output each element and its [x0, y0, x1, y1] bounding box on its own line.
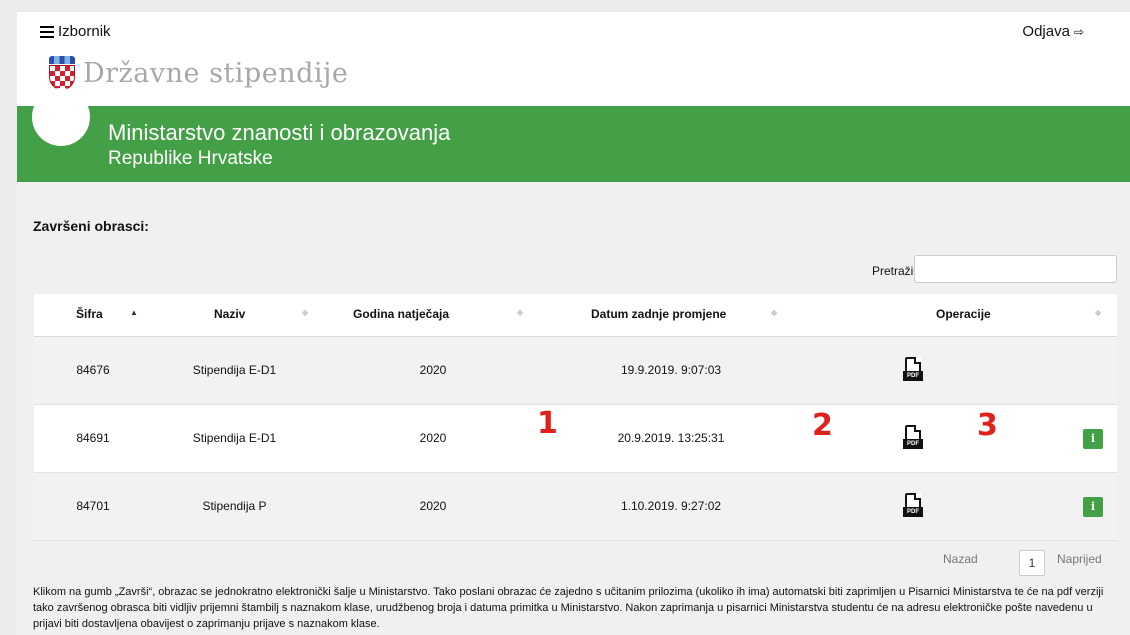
table-row: 84701 Stipendija P 2020 1.10.2019. 9:27:… [34, 472, 1117, 541]
info-button[interactable]: i [1083, 496, 1103, 517]
section-title: Završeni obrasci: [33, 218, 149, 234]
cell-godina: 2020 [317, 404, 549, 473]
brand-name: Državne stipendije [83, 57, 349, 89]
cell-godina: 2020 [317, 336, 549, 405]
cell-godina: 2020 [317, 472, 549, 541]
brand[interactable]: Državne stipendije [47, 56, 348, 90]
menu-label: Izbornik [58, 23, 111, 40]
annotation-number-1: 1 [537, 406, 558, 441]
sort-icon: ◆ [1095, 308, 1102, 317]
sort-icon: ◆ [302, 308, 309, 317]
pagination-current-page[interactable]: 1 [1019, 550, 1045, 576]
table-row: 84676 Stipendija E-D1 2020 19.9.2019. 9:… [34, 336, 1117, 405]
banner-circle-decoration [32, 88, 90, 146]
column-header-label: Datum zadnje promjene [591, 307, 727, 321]
search-input[interactable] [914, 255, 1117, 283]
pagination-prev[interactable]: Nazad [943, 552, 978, 566]
annotation-number-3: 3 [977, 408, 998, 443]
table-header-row: Šifra ▲ Naziv ◆ Godina natječaja ◆ Datum… [34, 294, 1117, 337]
sort-icon: ◆ [771, 308, 778, 317]
hamburger-icon [40, 25, 54, 38]
annotation-number-2: 2 [812, 408, 833, 443]
column-header-label: Operacije [936, 307, 991, 321]
column-header-label: Godina natječaja [353, 307, 450, 321]
cell-datum: 20.9.2019. 13:25:31 [549, 404, 793, 473]
pagination-next[interactable]: Naprijed [1057, 552, 1102, 566]
table-row: 84691 Stipendija E-D1 2020 20.9.2019. 13… [34, 404, 1117, 473]
menu-button[interactable]: Izbornik [40, 23, 111, 40]
info-button[interactable]: i [1083, 428, 1103, 449]
column-header-datum[interactable]: Datum zadnje promjene ◆ [549, 294, 793, 337]
pdf-download-icon[interactable]: PDF [903, 493, 923, 519]
banner-subtitle: Republike Hrvatske [108, 148, 273, 169]
column-header-sifra[interactable]: Šifra ▲ [34, 294, 152, 337]
sort-icon: ◆ [517, 308, 524, 317]
forms-table: Šifra ▲ Naziv ◆ Godina natječaja ◆ Datum… [34, 294, 1117, 541]
footnote-text: Klikom na gumb „Završi“, obrazac se jedn… [33, 586, 1104, 630]
cell-naziv: Stipendija E-D1 [152, 404, 317, 473]
banner-title: Ministarstvo znanosti i obrazovanja [108, 120, 451, 145]
cell-operacije: PDF i [793, 404, 1117, 473]
column-header-operacije[interactable]: Operacije ◆ [793, 294, 1117, 337]
coat-of-arms-logo [47, 56, 77, 90]
column-header-label: Naziv [214, 307, 246, 321]
cell-sifra: 84691 [34, 404, 152, 473]
pdf-download-icon[interactable]: PDF [903, 425, 923, 451]
cell-operacije: PDF [793, 336, 1117, 405]
cell-naziv: Stipendija P [152, 472, 317, 541]
column-header-label: Šifra [76, 307, 103, 321]
cell-operacije: PDF i [793, 472, 1117, 541]
cell-sifra: 84701 [34, 472, 152, 541]
logout-label: Odjava [1022, 23, 1070, 40]
logout-icon: ⇨ [1073, 24, 1084, 39]
pdf-download-icon[interactable]: PDF [903, 357, 923, 383]
cell-sifra: 84676 [34, 336, 152, 405]
page-card: Izbornik Odjava ⇨ Državne stipendije Min… [17, 12, 1130, 635]
cell-naziv: Stipendija E-D1 [152, 336, 317, 405]
logout-button[interactable]: Odjava ⇨ [1022, 23, 1084, 40]
top-bar: Izbornik Odjava ⇨ [17, 12, 1130, 52]
cell-datum: 1.10.2019. 9:27:02 [549, 472, 793, 541]
sort-ascending-icon: ▲ [130, 308, 138, 317]
cell-datum: 19.9.2019. 9:07:03 [549, 336, 793, 405]
column-header-naziv[interactable]: Naziv ◆ [152, 294, 317, 337]
column-header-godina[interactable]: Godina natječaja ◆ [317, 294, 549, 337]
search-label: Pretraži: [872, 264, 917, 278]
